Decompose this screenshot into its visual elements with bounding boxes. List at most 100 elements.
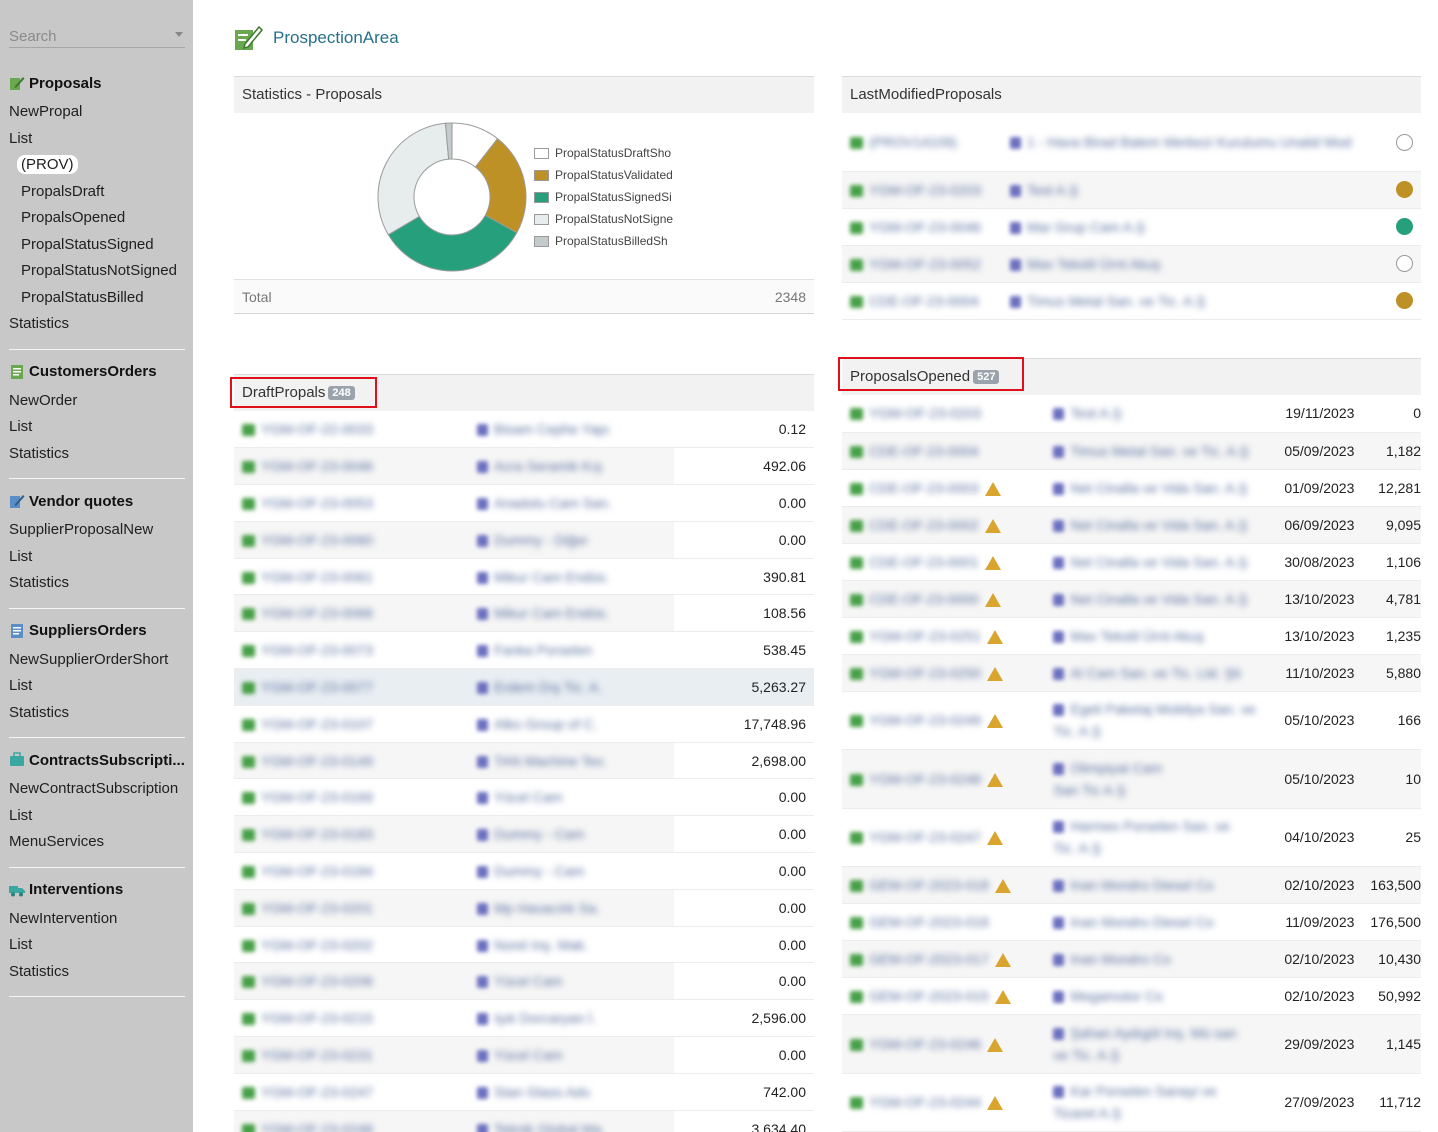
menu-title-proposals[interactable]: Proposals	[9, 72, 185, 94]
company-cell[interactable]: Anadolu Cam San.	[469, 485, 674, 522]
table-row[interactable]: YGM-OF-23-0203 Test A.Ş 19/11/2023 0	[842, 395, 1421, 432]
table-row[interactable]: YGM-OF-23-0107 Alko Group of C. 17,748.96	[234, 705, 814, 743]
company-cell[interactable]: Net Cinalla ve Vida San. A.Ş	[1045, 580, 1263, 617]
ref-cell[interactable]: CDE-OF-23-0001	[842, 543, 1045, 580]
proposal-ref-link[interactable]: YGM-OF-23-0246	[869, 1036, 981, 1052]
proposal-ref-link[interactable]: YGM-OF-23-0203	[869, 405, 981, 421]
proposal-ref-link[interactable]: YGM-OF-23-0052	[869, 256, 981, 272]
proposal-ref-link[interactable]: CDE-OF-23-0004	[869, 293, 979, 309]
company-cell[interactable]: Acra Seramik Kış	[469, 448, 674, 485]
company-cell[interactable]: Şahan Aydıgöl Inş. Mü san ve Tic. A.Ş	[1045, 1015, 1263, 1074]
company-link[interactable]: Mikur Cam Endüs.	[494, 605, 609, 621]
company-cell[interactable]: Mar Grup Cam A.Ş	[1002, 208, 1371, 245]
company-link[interactable]: 1 - Hava Birad Balem Merkezi Kurulumu Un…	[1027, 134, 1351, 150]
company-cell[interactable]: Net Cinalla ve Vida San. A.Ş	[1045, 469, 1263, 506]
ref-cell[interactable]: CDE-OF-23-0003	[842, 469, 1045, 506]
menu-item-propals-draft[interactable]: PropalsDraft	[9, 179, 185, 206]
ref-cell[interactable]: CDE-OF-23-0004	[842, 432, 1045, 469]
company-cell[interactable]: Kar Porselen Sanayi ve Ticaret A.Ş	[1045, 1073, 1263, 1132]
menu-item-new-order[interactable]: NewOrder	[9, 388, 185, 415]
ref-cell[interactable]: YGM-OF-23-0183	[234, 816, 469, 853]
company-link[interactable]: Yücel Cam	[494, 789, 562, 805]
ref-cell[interactable]: YGM-OF-23-0061	[234, 558, 469, 595]
ref-cell[interactable]: YGM-OF-23-0066	[234, 595, 469, 632]
table-row[interactable]: YGM-OF-23-0246 Şahan Aydıgöl Inş. Mü san v…	[842, 1014, 1421, 1074]
menu-item-prov[interactable]: (PROV)	[9, 152, 185, 179]
company-link[interactable]: Mav Tekstil Ürnt Akuş	[1027, 256, 1161, 272]
ref-cell[interactable]: YGM-OF-23-0248	[842, 750, 1045, 809]
proposal-ref-link[interactable]: YGM-OF-23-0215	[261, 1010, 373, 1026]
company-link[interactable]: Şahan Aydıgöl Inş. Mü san	[1070, 1025, 1236, 1041]
company-link[interactable]: Net Cinalla ve Vida San. A.Ş	[1070, 480, 1247, 496]
company-cell[interactable]: Mp Havacılık Sa.	[469, 889, 674, 926]
table-row[interactable]: CDE-OF-23-0003 Net Cinalla ve Vida San. A…	[842, 469, 1421, 506]
company-cell[interactable]: Alko Group of C.	[469, 705, 674, 742]
menu-item-status-signed[interactable]: PropalStatusSigned	[9, 232, 185, 259]
company-link-line2[interactable]: Tic. A.Ş	[1053, 723, 1101, 739]
table-row[interactable]: YGM-OF-23-0247 Harmes Porselen San. ve Tic…	[842, 808, 1421, 867]
company-cell[interactable]: Işık Dorcaryan İ.	[469, 1000, 674, 1037]
table-row[interactable]: YGM-OF-22-0033 Bisam Cephe Yapı 0.12	[234, 411, 814, 448]
table-row[interactable]: YGM-OF-23-0215 Işık Dorcaryan İ. 2,596.00	[234, 999, 814, 1037]
company-cell[interactable]: Timus Metal San. ve Tic. A.Ş	[1045, 432, 1263, 469]
search-dropdown-icon[interactable]	[175, 32, 183, 37]
table-row[interactable]: YGM-OF-23-0250 Al Cam San. ve Tic. Ltd. Ş…	[842, 654, 1421, 691]
menu-item-list[interactable]: List	[9, 544, 185, 571]
proposal-ref-link[interactable]: YGM-OF-23-0206	[261, 973, 373, 989]
company-link-line2[interactable]: ve Tic. A.Ş	[1053, 1047, 1119, 1063]
ref-cell[interactable]: YGM-OF-23-0206	[234, 963, 469, 1000]
ref-cell[interactable]: YGM-OF-23-0250	[842, 654, 1045, 691]
company-cell[interactable]: Al Cam San. ve Tic. Ltd. Şti	[1045, 654, 1263, 691]
menu-item-services[interactable]: MenuServices	[9, 829, 185, 856]
company-link[interactable]: Mikur Cam Endüs.	[494, 569, 609, 585]
proposal-ref-link[interactable]: YGM-OF-23-0248	[869, 771, 981, 787]
table-row[interactable]: YGM-OF-23-0251 Mav Tekstil Ürnt Akuş 13/10…	[842, 617, 1421, 654]
company-link[interactable]: Mav Tekstil Ürnt Akuş	[1070, 628, 1204, 644]
company-link[interactable]: Mp Havacılık Sa.	[494, 900, 600, 916]
menu-item-new-supplier-order[interactable]: NewSupplierOrderShort	[9, 647, 185, 674]
proposal-ref-link[interactable]: YGM-OF-22-0033	[261, 421, 373, 437]
proposal-ref-link[interactable]: YGM-OF-23-0184	[261, 863, 373, 879]
company-link[interactable]: Dummy - Cam	[494, 826, 584, 842]
company-cell[interactable]: Yücel Cam	[469, 963, 674, 1000]
company-link[interactable]: Yücel Cam	[494, 973, 562, 989]
company-link[interactable]: Inan Mondro Co	[1070, 951, 1170, 967]
company-cell[interactable]: Timus Metal San. ve Tic. A.Ş	[1002, 282, 1371, 319]
proposal-ref-link[interactable]: CDE-OF-23-0004	[869, 443, 979, 459]
company-cell[interactable]: Yücel Cam	[469, 779, 674, 816]
company-link[interactable]: Harmes Porselen San. ve	[1070, 818, 1230, 834]
proposal-ref-link[interactable]: YGM-OF-23-0060	[261, 532, 373, 548]
ref-cell[interactable]: YGM-OF-23-0249	[842, 691, 1045, 750]
proposal-ref-link[interactable]: YGM-OF-23-0183	[261, 826, 373, 842]
company-cell[interactable]: Harmes Porselen San. ve Tic. A.Ş	[1045, 808, 1263, 867]
table-row[interactable]: YGM-OF-23-0073 Fanka Porselen 538.45	[234, 631, 814, 669]
ref-cell[interactable]: YGM-OF-23-0201	[234, 889, 469, 926]
company-cell[interactable]: Test A.Ş	[1002, 171, 1371, 208]
company-cell[interactable]: Olimpiyat Cam San Tic A.Ş	[1045, 750, 1263, 809]
menu-item-new-intervention[interactable]: NewIntervention	[9, 906, 185, 933]
table-row[interactable]: YGM-OF-23-0046 Acra Seramik Kış 492.06	[234, 447, 814, 485]
table-row[interactable]: YGM-OF-23-0248 Olimpiyat Cam San Tic A.Ş 05…	[842, 749, 1421, 809]
ref-cell[interactable]: YGM-OF-23-0073	[234, 632, 469, 669]
company-cell[interactable]: Net Cinalla ve Vida San. A.Ş	[1045, 543, 1263, 580]
company-link[interactable]: Yücel Cam	[494, 1047, 562, 1063]
pie-slice-3[interactable]	[377, 122, 450, 236]
table-row[interactable]: YGM-OF-23-0077 Erdem Dış Tic. A. 5,263.27	[234, 668, 814, 706]
ref-cell[interactable]: YGM-OF-23-0251	[842, 617, 1045, 654]
ref-cell[interactable]: YGM-OF-23-0231	[234, 1037, 469, 1074]
proposal-ref-link[interactable]: CDE-OF-23-0000	[869, 591, 979, 607]
ref-cell[interactable]: YGM-OF-23-0046	[234, 448, 469, 485]
table-row[interactable]: YGM-OF-23-0060 Dummy - Diğer 0.00	[234, 521, 814, 559]
company-link-line2[interactable]: Tic. A.Ş	[1053, 840, 1101, 856]
ref-cell[interactable]: YGM-OF-23-0215	[234, 1000, 469, 1037]
table-row[interactable]: YGM-OF-23-0249 Egeli Paketaj Mobilya San.…	[842, 691, 1421, 750]
ref-cell[interactable]: YGM-OF-23-0060	[234, 521, 469, 558]
table-row[interactable]: GEM-OF-2023-015 Megamotor Co 02/10/2023 50,…	[842, 978, 1421, 1015]
ref-cell[interactable]: YGM-OF-23-0149	[234, 742, 469, 779]
menu-item-list[interactable]: List	[9, 673, 185, 700]
menu-item-statistics[interactable]: Statistics	[9, 441, 185, 468]
proposal-ref-link[interactable]: YGM-OF-23-0169	[261, 789, 373, 805]
menu-item-list[interactable]: List	[9, 414, 185, 441]
table-row[interactable]: GEM-OF-2023-018 Inan Mondro Diesel Co 11/0…	[842, 904, 1421, 941]
ref-cell[interactable]: (PROV14109)	[842, 113, 1002, 171]
